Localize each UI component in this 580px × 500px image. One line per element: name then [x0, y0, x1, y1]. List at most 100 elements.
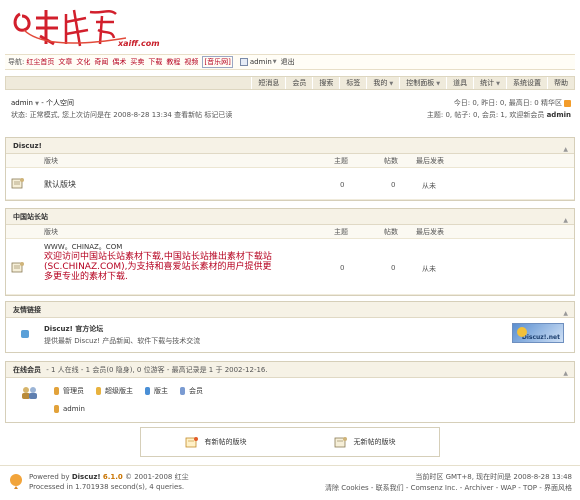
- menu-item[interactable]: 我的 ▼: [366, 77, 399, 89]
- menu-item[interactable]: 系统设置: [506, 77, 547, 89]
- col-posts: 帖数: [384, 157, 398, 165]
- nav-link[interactable]: 文化: [76, 58, 90, 66]
- col-forum: 版块: [44, 228, 58, 236]
- menu-item[interactable]: 道具: [446, 77, 473, 89]
- nav-label: 导航:: [8, 58, 25, 66]
- member-group-icon: [54, 387, 59, 395]
- menu-item-label: 我的: [373, 79, 388, 87]
- discuz-official-link[interactable]: Discuz! 官方论坛: [44, 324, 103, 334]
- powered-by-text: Powered by: [29, 473, 70, 481]
- forum-name-link[interactable]: 默认版块: [44, 179, 76, 190]
- member-stats: 主题: 0, 帖子: 0, 会员: 1, 欢迎新会员 admin: [427, 110, 571, 120]
- menu-item[interactable]: 搜索: [312, 77, 339, 89]
- category-discuz: Discuz! ▲ 版块 主题 帖数 最后发表 默认版块 0 0 从未: [5, 137, 575, 201]
- main-menu-bar: 短消息 会员 搜索 标签 我的 ▼ 控制面板 ▼ 道具 统计 ▼ 系统设置 帮助: [5, 76, 575, 90]
- forum-description-line-2: (SC.CHINAZ.COM),为支持和喜爱站长素材的用户提供更: [44, 262, 272, 272]
- forum-old-icon: [11, 262, 24, 273]
- topic-count: 0: [340, 181, 345, 189]
- menu-item[interactable]: 短消息: [251, 77, 285, 89]
- user-info-panel: admin ▼ - 个人空间 状态: 正常模式, 您上次访问是在 2008-8-…: [11, 98, 571, 122]
- topic-count: 0: [340, 264, 345, 272]
- nav-link[interactable]: 文章: [58, 58, 72, 66]
- product-link[interactable]: Discuz!: [72, 473, 101, 481]
- section-title: 在线会员 - 1 人在线 - 1 会员(0 隐身), 0 位游客 - 最高记录是…: [6, 362, 574, 378]
- version-badge: 6.1.0: [102, 473, 123, 481]
- newest-member-link[interactable]: admin: [547, 111, 571, 119]
- powered-line: Powered by Discuz! 6.1.0 © 2001-2008 红尘: [29, 472, 189, 482]
- nav-link-music[interactable]: [音乐网]: [202, 56, 233, 68]
- rss-icon[interactable]: [564, 99, 571, 107]
- nav-link[interactable]: 买卖: [130, 58, 144, 66]
- forum-new-icon: [185, 437, 198, 448]
- online-members: 在线会员 - 1 人在线 - 1 会员(0 隐身), 0 位游客 - 最高记录是…: [5, 361, 575, 423]
- personal-space-link[interactable]: - 个人空间: [41, 99, 74, 107]
- site-logo[interactable]: xaiff.com: [6, 4, 166, 50]
- chevron-down-icon: ▼: [272, 59, 277, 65]
- user-name: admin: [249, 58, 272, 66]
- section-title: 友情链接 ▲: [6, 302, 574, 318]
- banner-logo-icon: [517, 327, 527, 337]
- menu-item-label: 搜索: [319, 79, 334, 87]
- discuz-logo-icon: [10, 474, 22, 489]
- nav-link[interactable]: 视频: [184, 58, 198, 66]
- forum-icon-legend: 有新帖的版块 无新帖的版块: [140, 427, 440, 457]
- last-post: 从未: [422, 265, 436, 273]
- online-title: 在线会员: [13, 366, 41, 374]
- user-menu[interactable]: admin ▼: [239, 58, 277, 66]
- nav-link[interactable]: 教程: [166, 58, 180, 66]
- legend-new: 有新帖的版块: [185, 436, 247, 448]
- header: xaiff.com: [0, 0, 580, 52]
- column-header: 版块 主题 帖数 最后发表: [6, 225, 574, 239]
- menu-item[interactable]: 标签: [339, 77, 366, 89]
- banner-text: Discuz!.net: [521, 334, 560, 341]
- member-group-icon: [180, 387, 185, 395]
- member-stats-text: 主题: 0, 帖子: 0, 会员: 1, 欢迎新会员: [426, 111, 545, 119]
- col-forum: 版块: [44, 157, 58, 165]
- nav-link[interactable]: 下载: [148, 58, 162, 66]
- menu-item-label: 控制面板: [406, 79, 435, 87]
- nav-link[interactable]: 偶术: [112, 58, 126, 66]
- discuz-banner[interactable]: Discuz!.net: [512, 323, 564, 343]
- footer-left: Powered by Discuz! 6.1.0 © 2001-2008 红尘 …: [29, 472, 189, 492]
- forum-stats: 今日: 0, 昨日: 0, 最高日: 0 精华区: [454, 98, 571, 108]
- member-group-icon: [145, 387, 150, 395]
- col-posts: 帖数: [384, 228, 398, 236]
- member-group-label: 超级版主: [105, 387, 133, 395]
- user-icon: [239, 58, 248, 66]
- online-user-item[interactable]: admin: [54, 405, 85, 413]
- top-nav-bar: 导航: 红尘首页 文章 文化 奇闻 偶术 买卖 下载 教程 视频 [音乐网] admin ▼ 退…: [5, 54, 575, 70]
- footer-right: 当前时区 GMT+8, 现在时间是 2008-8-28 13:48 清除 Coo…: [325, 472, 572, 494]
- server-time: 当前时区 GMT+8, 现在时间是 2008-8-28 13:48: [415, 473, 572, 481]
- menu-item-label: 会员: [292, 79, 307, 87]
- menu-item-label: 统计: [480, 79, 495, 87]
- user-space-line: admin ▼ - 个人空间: [11, 98, 74, 108]
- user-name-link[interactable]: admin: [11, 99, 33, 107]
- member-group-label: 版主: [154, 387, 168, 395]
- last-post: 从未: [422, 182, 436, 190]
- logout-link[interactable]: 退出: [281, 57, 295, 67]
- forum-row: 默认版块 0 0 从未: [6, 168, 574, 200]
- nav-link[interactable]: 奇闻: [94, 58, 108, 66]
- category-title-text[interactable]: 中国站长站: [13, 213, 48, 221]
- category-title: Discuz! ▲: [6, 138, 574, 154]
- menu-item[interactable]: 帮助: [547, 77, 574, 89]
- menu-item-label: 短消息: [258, 79, 280, 87]
- online-list: 管理员 超级版主 版主 会员 admin: [6, 378, 574, 422]
- forum-old-icon: [334, 437, 347, 448]
- member-group-icon: [96, 387, 101, 395]
- footer-links[interactable]: 清除 Cookies - 联系我们 - Comsenz Inc. - Archi…: [325, 483, 572, 494]
- menu-item[interactable]: 会员: [285, 77, 312, 89]
- online-user-name[interactable]: admin: [63, 405, 85, 413]
- col-last-post: 最后发表: [416, 157, 444, 165]
- user-status: 状态: 正常模式, 您上次访问是在 2008-8-28 13:34 查看新帖 标…: [11, 111, 233, 119]
- menu-item[interactable]: 控制面板 ▼: [399, 77, 446, 89]
- category-title-text[interactable]: Discuz!: [13, 142, 42, 150]
- member-group-legend: 管理员 超级版主 版主 会员: [54, 386, 215, 396]
- member-group-item: 超级版主: [96, 386, 133, 396]
- member-group-item: 版主: [145, 386, 168, 396]
- menu-item[interactable]: 统计 ▼: [473, 77, 506, 89]
- forum-info: WWW。CHINAZ。COM 欢迎访问中国站长站素材下载,中国站长站推出素材下载…: [44, 243, 334, 282]
- nav-link[interactable]: 红尘首页: [26, 58, 54, 66]
- menu-item-label: 道具: [453, 79, 468, 87]
- forum-name-link[interactable]: WWW。CHINAZ。COM: [44, 243, 334, 252]
